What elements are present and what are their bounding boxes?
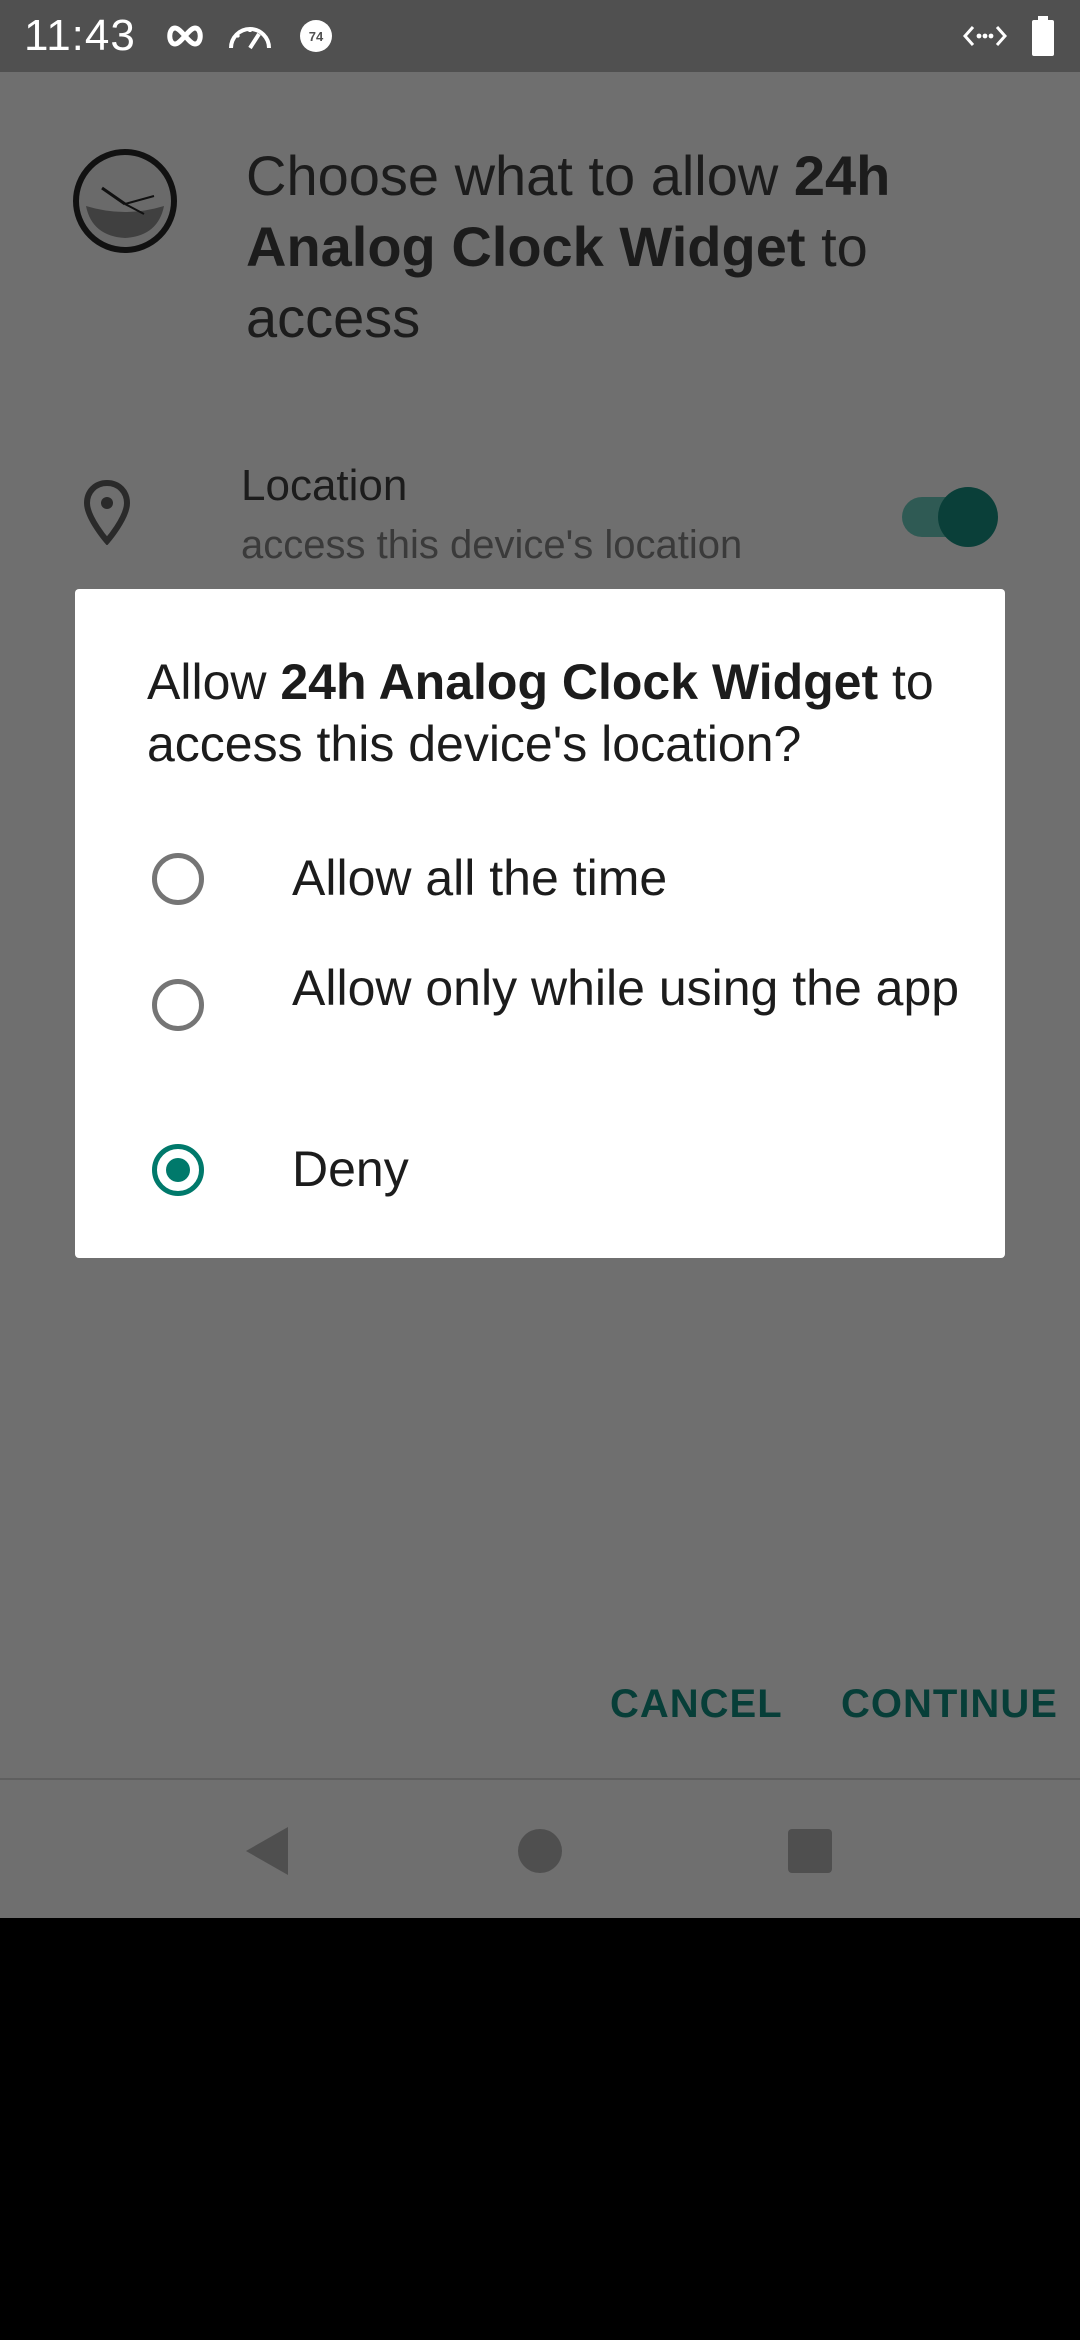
battery-icon [1028, 0, 1058, 72]
badge-74-icon: 74 [298, 0, 334, 72]
location-pin-icon [82, 479, 132, 546]
home-icon[interactable] [505, 1816, 575, 1886]
toggle-thumb [938, 487, 998, 547]
location-permission-dialog: Allow 24h Analog Clock Widget to access … [75, 589, 1005, 1258]
status-time: 11:43 [24, 11, 136, 60]
infinity-icon [160, 0, 210, 72]
option-label: Allow only while using the app [292, 960, 960, 1016]
back-icon[interactable] [232, 1816, 302, 1886]
dialog-title-prefix: Allow [147, 654, 281, 710]
location-toggle[interactable] [902, 485, 998, 549]
radio-button[interactable] [152, 853, 204, 905]
radio-button-selected[interactable] [152, 1144, 204, 1196]
permission-subtitle: access this device's location [241, 523, 743, 567]
location-permission-row[interactable]: Location access this device's location [0, 455, 1080, 585]
option-label: Deny [292, 1141, 409, 1197]
dialog-title: Allow 24h Analog Clock Widget to access … [147, 651, 957, 775]
continue-button[interactable]: CONTINUE [841, 1676, 1058, 1732]
code-arrows-icon [960, 0, 1010, 72]
title-prefix: Choose what to allow [246, 144, 794, 207]
radio-button[interactable] [152, 979, 204, 1031]
permission-page-title: Choose what to allow 24h Analog Clock Wi… [246, 140, 986, 353]
clock-app-icon [72, 148, 178, 254]
option-deny[interactable]: Deny [75, 1124, 1005, 1214]
badge-number: 74 [309, 29, 324, 44]
cancel-button[interactable]: CANCEL [610, 1676, 783, 1732]
permission-screen: 11:43 74 Choose what to allow 24h Analog… [0, 0, 1080, 1918]
navigation-bar [0, 1778, 1080, 1918]
option-label: Allow all the time [292, 850, 668, 906]
recents-icon[interactable] [775, 1816, 845, 1886]
speedometer-icon [226, 0, 274, 72]
dialog-app-name: 24h Analog Clock Widget [280, 654, 879, 710]
status-bar: 11:43 74 [0, 0, 1080, 72]
radio-selected-dot [166, 1158, 190, 1182]
permission-title: Location [241, 461, 408, 510]
option-allow-while-using-app[interactable]: Allow only while using the app [75, 957, 1005, 1097]
option-allow-all-the-time[interactable]: Allow all the time [75, 834, 1005, 924]
